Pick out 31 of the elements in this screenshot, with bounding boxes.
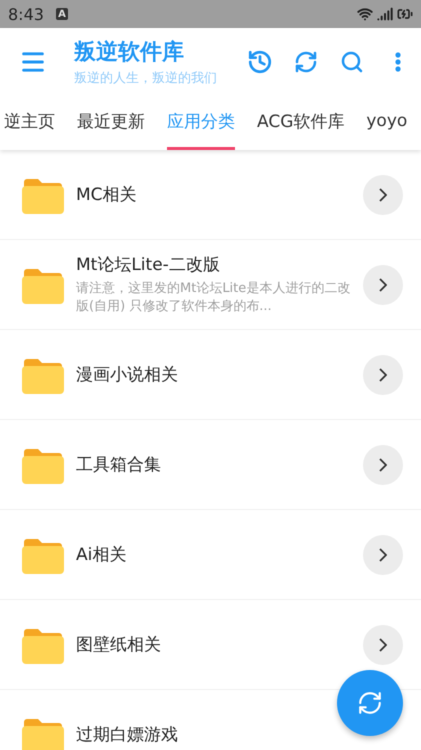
- chevron-right-icon: [379, 278, 387, 292]
- notification-icon: A: [56, 8, 68, 20]
- refresh-icon: [357, 690, 383, 716]
- category-title: 漫画小说相关: [76, 364, 179, 386]
- history-icon: [247, 48, 273, 74]
- signal-icon: [377, 6, 393, 22]
- tab[interactable]: yoyo: [366, 95, 408, 150]
- category-title: 过期白嫖游戏: [76, 724, 179, 746]
- category-title: MC相关: [76, 184, 138, 206]
- chevron-right-icon: [379, 188, 387, 202]
- category-title: Ai相关: [76, 544, 128, 566]
- status-time: 8:43: [8, 4, 44, 24]
- category-description: 请注意，这里发的Mt论坛Lite是本人进行的二改版(自用) 只修改了软件本身的布...: [76, 280, 351, 316]
- refresh-icon: [294, 50, 318, 74]
- battery-icon: [397, 6, 413, 22]
- app-subtitle: 叛逆的人生，叛逆的我们: [74, 70, 217, 86]
- tab[interactable]: 逆主页: [4, 95, 55, 150]
- search-icon: [340, 50, 364, 74]
- chevron-right-icon: [379, 368, 387, 382]
- wifi-icon: [357, 6, 373, 22]
- more-icon: [395, 52, 401, 72]
- chevron-right-icon: [379, 458, 387, 472]
- tab[interactable]: 最近更新: [77, 95, 145, 150]
- category-title: 工具箱合集: [76, 454, 162, 476]
- chevron-right-icon: [379, 548, 387, 562]
- category-title: 图壁纸相关: [76, 634, 162, 656]
- tab[interactable]: ACG软件库: [257, 95, 344, 150]
- refresh-fab[interactable]: [337, 670, 403, 736]
- chevron-right-icon: [379, 638, 387, 652]
- app-title: 叛逆软件库: [74, 38, 185, 66]
- category-title: Mt论坛Lite-二改版: [76, 254, 221, 276]
